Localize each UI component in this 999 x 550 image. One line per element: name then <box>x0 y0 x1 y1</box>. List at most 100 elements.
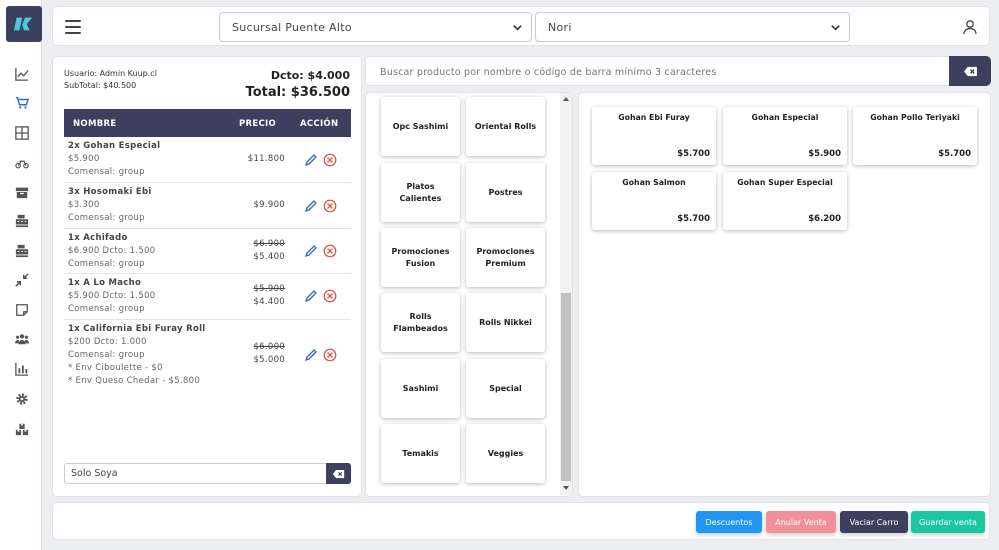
user-icon[interactable] <box>962 19 978 35</box>
top-bar: Sucursal Puente Alto Nori <box>52 6 990 46</box>
delete-circle-icon[interactable] <box>323 199 337 213</box>
category-opc-sashimi[interactable]: Opc Sashimi <box>381 97 460 156</box>
store-select[interactable]: Nori <box>535 12 850 42</box>
delete-circle-icon[interactable] <box>323 289 337 303</box>
cart-item-name: 1x Achifado <box>68 233 128 243</box>
delete-circle-icon[interactable] <box>323 153 337 167</box>
empty-cart-button[interactable]: Vaciar Carro <box>840 511 908 533</box>
cart-item-name: 3x Hosomaki Ebi <box>68 187 152 197</box>
cart-item-detail: Comensal: group <box>68 304 145 314</box>
branch-select[interactable]: Sucursal Puente Alto <box>219 12 532 42</box>
cart-item-name: 1x A Lo Macho <box>68 278 142 288</box>
cart-item-old-price: $5.900 <box>253 284 285 294</box>
cart-item-price: $5.400 <box>253 252 285 262</box>
cancel-sale-button[interactable]: Anular Venta <box>766 511 836 533</box>
category-platos-calientes[interactable]: Platos Calientes <box>381 163 460 222</box>
cart-item-price: $5.000 <box>253 355 285 365</box>
product-name: Gohan Ebi Furay <box>618 113 690 122</box>
subtotal-label: SubTotal: $40.500 <box>64 81 137 90</box>
cart-item-detail: $5.900 <box>68 154 100 164</box>
clear-note-button[interactable] <box>326 463 351 484</box>
cart-item-price: $4.400 <box>253 297 285 307</box>
cart-row: 1x A Lo Macho $5.900 Dcto: 1.500 Comensa… <box>64 274 351 320</box>
compress-arrows-icon[interactable] <box>14 272 30 288</box>
cart-item-detail: $5.900 Dcto: 1.500 <box>68 291 156 301</box>
backspace-icon <box>332 469 345 478</box>
scroll-down-icon[interactable] <box>563 486 569 490</box>
order-note-input[interactable]: Solo Soya <box>64 463 326 484</box>
grid-icon[interactable] <box>14 125 30 141</box>
cart-table-header: NOMBRE PRECIO ACCIÓN <box>64 109 351 137</box>
product-card[interactable]: Gohan Super Especial $6.200 <box>723 172 847 230</box>
category-oriental-rolls[interactable]: Oriental Rolls <box>466 97 545 156</box>
users-icon[interactable] <box>14 331 30 347</box>
category-promociones-fusion[interactable]: Promociones Fusion <box>381 228 460 287</box>
discounts-button[interactable]: Descuentos <box>696 511 762 533</box>
category-rolls-flambeados[interactable]: Rolls Flambeados <box>381 293 460 352</box>
register-icon[interactable] <box>14 243 30 259</box>
delete-circle-icon[interactable] <box>323 348 337 362</box>
user-info: Usuario: Admin Kuup.cl SubTotal: $40.500 <box>64 68 157 92</box>
pencil-icon[interactable] <box>304 289 318 303</box>
user-label: Usuario: Admin Kuup.cl <box>64 69 157 78</box>
product-name: Gohan Super Especial <box>737 178 833 187</box>
cart-row: 1x California Ebi Furay Roll $200 Dcto: … <box>64 320 351 392</box>
hamburger-menu-icon[interactable] <box>65 20 81 34</box>
save-sale-button[interactable]: Guardar venta <box>911 511 985 533</box>
cart-item-detail: Comensal: group <box>68 350 145 360</box>
delete-circle-icon[interactable] <box>323 244 337 258</box>
store-select-value: Nori <box>548 21 572 34</box>
product-price: $6.200 <box>808 214 841 224</box>
category-sashimi[interactable]: Sashimi <box>381 359 460 418</box>
cart-icon[interactable] <box>14 95 30 111</box>
clear-search-button[interactable] <box>949 56 991 86</box>
search-placeholder: Buscar producto por nombre o código de b… <box>380 67 717 78</box>
sidebar <box>0 0 42 550</box>
category-promociones-premium[interactable]: Promociones Premium <box>466 228 545 287</box>
pencil-icon[interactable] <box>304 199 318 213</box>
backspace-icon <box>963 66 977 76</box>
boxes-icon[interactable] <box>14 421 30 437</box>
category-temakis[interactable]: Temakis <box>381 424 460 483</box>
product-panel: Gohan Ebi Furay $5.700 Gohan Especial $5… <box>578 92 991 497</box>
motorcycle-icon[interactable] <box>14 155 30 171</box>
pencil-icon[interactable] <box>304 153 318 167</box>
product-search[interactable]: Buscar producto por nombre o código de b… <box>365 56 991 86</box>
category-special[interactable]: Special <box>466 359 545 418</box>
category-postres[interactable]: Postres <box>466 163 545 222</box>
cart-item-detail: Comensal: group <box>68 259 145 269</box>
product-card[interactable]: Gohan Ebi Furay $5.700 <box>592 107 716 165</box>
category-rolls-nikkei[interactable]: Rolls Nikkei <box>466 293 545 352</box>
product-card[interactable]: Gohan Pollo Teriyaki $5.700 <box>853 107 977 165</box>
bar-chart-icon[interactable] <box>14 361 30 377</box>
cart-row: 2x Gohan Especial $5.900 Comensal: group… <box>64 137 351 183</box>
cart-item-detail: $6.900 Dcto: 1.500 <box>68 246 156 256</box>
product-card[interactable]: Gohan Salmon $5.700 <box>592 172 716 230</box>
chevron-down-icon <box>831 25 840 31</box>
cart-row: 1x Achifado $6.900 Dcto: 1.500 Comensal:… <box>64 229 351 274</box>
pencil-icon[interactable] <box>304 348 318 362</box>
dashboard-chart-icon[interactable] <box>14 66 30 82</box>
category-veggies[interactable]: Veggies <box>466 424 545 483</box>
cart-item-name: 1x California Ebi Furay Roll <box>68 324 206 334</box>
gear-icon[interactable] <box>14 391 30 407</box>
cart-item-old-price: $6.900 <box>253 239 285 249</box>
category-scrollbar-thumb[interactable] <box>561 293 571 481</box>
column-action: ACCIÓN <box>300 119 339 129</box>
discount-label: Dcto: $4.000 <box>270 69 350 82</box>
product-card[interactable]: Gohan Especial $5.900 <box>723 107 847 165</box>
cart-item-old-price: $6.000 <box>253 342 285 352</box>
cart-item-detail: Comensal: group <box>68 167 145 177</box>
box-icon[interactable] <box>14 184 30 200</box>
footer-bar: Descuentos Anular Venta Vaciar Carro Gua… <box>52 502 990 540</box>
cart-item-price: $9.900 <box>253 200 285 210</box>
scroll-up-icon[interactable] <box>563 97 569 101</box>
pencil-icon[interactable] <box>304 244 318 258</box>
app-logo[interactable] <box>6 6 42 42</box>
logo-icon <box>13 17 33 31</box>
note-icon[interactable] <box>14 302 30 318</box>
cart-item-detail: Comensal: group <box>68 213 145 223</box>
cash-register-icon[interactable] <box>14 213 30 229</box>
cart-item-modifier: * Env Queso Chedar - $5.800 <box>68 376 201 386</box>
cart-item-modifier: * Env Ciboulette - $0 <box>68 363 163 373</box>
